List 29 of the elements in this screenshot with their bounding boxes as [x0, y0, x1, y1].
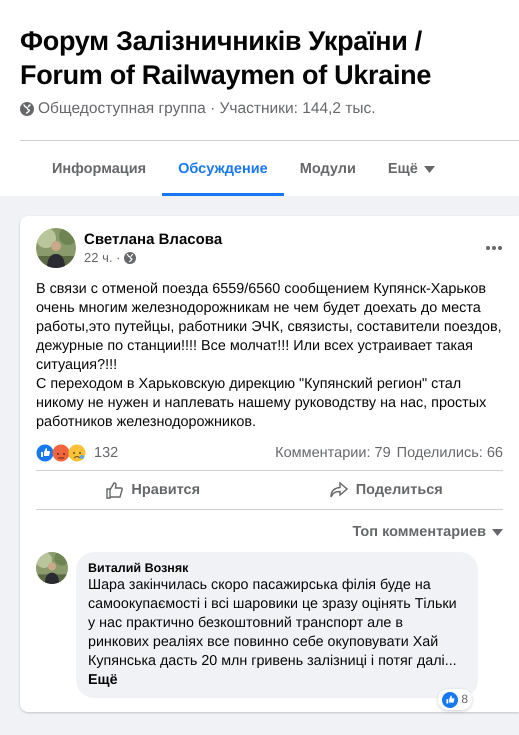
group-title: Форум Залізничників України / Forum of Railwaymen of Ukraine	[20, 25, 432, 92]
post-time[interactable]: 22 ч. ·	[84, 250, 120, 265]
reaction-count[interactable]: 132	[94, 445, 118, 461]
comment-author[interactable]: Виталий Возняк	[88, 560, 466, 576]
caret-icon	[492, 528, 503, 536]
share-count[interactable]: Поделились: 66	[396, 445, 503, 461]
more-options-icon[interactable]	[485, 245, 503, 251]
comment-text: Шара закінчилась скоро пасажирська філія буде на самоокупаємості і всі шаровики це зразу оцінять Тільки у нас практично безкоштовний транспорт але в ринкових реаліях все повинно себе окуповувати Хай Купянська дасть 20 млн гривень залізниці і потяг далі...	[88, 577, 457, 669]
globe-icon	[20, 102, 34, 116]
comment-count[interactable]: Комментарии: 79	[275, 445, 391, 461]
tab[interactable]: Информация	[36, 141, 162, 196]
tab[interactable]: Ещё	[372, 141, 451, 196]
sort-comments-button[interactable]: Топ комментариев	[352, 518, 503, 546]
share-icon	[330, 481, 348, 499]
like-button[interactable]: Нравится	[36, 471, 270, 509]
comment-reaction-count: 8	[461, 691, 468, 708]
tab[interactable]: Модули	[284, 141, 372, 196]
reactions-icon	[36, 444, 88, 462]
comment-reactions[interactable]: 8	[438, 689, 472, 710]
group-info: Общедоступная группа · Участники: 144,2 тыс.	[38, 100, 376, 118]
tab[interactable]: Обсуждение	[162, 141, 284, 196]
share-button[interactable]: Поделиться	[270, 471, 503, 509]
see-more-link[interactable]: Ещё	[88, 671, 466, 690]
author-name[interactable]: Светлана Власова	[84, 231, 477, 248]
globe-icon	[124, 252, 136, 264]
like-reaction-icon	[442, 692, 458, 708]
post-text: В связи с отменой поезда 6559/6560 сообщением Купянск-Харьков очень многим железнодорожникам не чем будет доехать до места работы,это путейцы, работники ЭЧК, связисты, составители поездов, дежурные по станции!!!! Все молчат!!! Или всех устраивает такая ситуация?!!! С переходом в Харьковскую дирекцию "Купянский регион" стал никому не нужен и наплевать нашему руководству на нас, простых работников железнодорожников.	[36, 280, 503, 432]
caret-icon	[424, 166, 435, 172]
like-icon	[105, 481, 124, 499]
